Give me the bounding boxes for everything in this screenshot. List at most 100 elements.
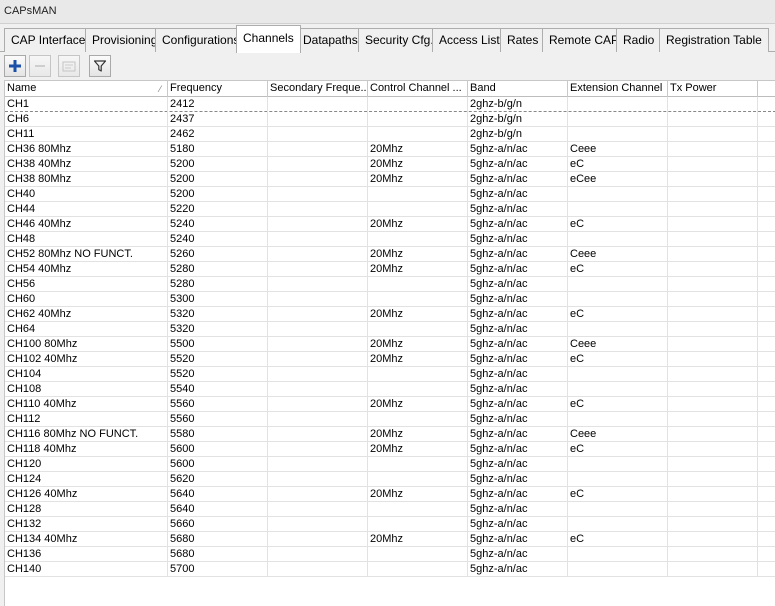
plus-icon <box>9 60 21 72</box>
tab-rates[interactable]: Rates <box>500 28 546 52</box>
tab-datapaths[interactable]: Datapaths <box>296 28 365 52</box>
band-cell: 5ghz-a/n/ac <box>468 307 568 322</box>
name-cell: CH44 <box>5 202 168 217</box>
tab-cap-interface[interactable]: CAP Interface <box>4 28 93 52</box>
band-cell: 5ghz-a/n/ac <box>468 397 568 412</box>
name-cell: CH6 <box>5 112 168 127</box>
frequency-cell: 5300 <box>168 292 268 307</box>
secondary-frequency-cell <box>268 157 368 172</box>
table-row[interactable]: CH108 5540 5ghz-a/n/ac <box>5 382 775 397</box>
secondary-frequency-cell <box>268 472 368 487</box>
name-cell: CH110 40Mhz <box>5 397 168 412</box>
extension-channel-cell <box>568 472 668 487</box>
table-row[interactable]: CH102 40Mhz 5520 20Mhz 5ghz-a/n/ac eC <box>5 352 775 367</box>
table-row[interactable]: CH52 80Mhz NO FUNCT. 5260 20Mhz 5ghz-a/n/ac… <box>5 247 775 262</box>
table-body: CH1 2412 2ghz-b/g/n CH6 2437 2ghz-b/g/n CH11 24… <box>5 97 775 577</box>
column-header-control-channel-width[interactable]: Control Channel ... <box>368 81 468 97</box>
table-row[interactable]: CH124 5620 5ghz-a/n/ac <box>5 472 775 487</box>
control-channel-width-cell: 20Mhz <box>368 427 468 442</box>
tab-access-list[interactable]: Access List <box>432 28 507 52</box>
table-row[interactable]: CH100 80Mhz 5500 20Mhz 5ghz-a/n/ac Ceee <box>5 337 775 352</box>
tab-remote-cap[interactable]: Remote CAP <box>542 28 627 52</box>
table-row[interactable]: CH126 40Mhz 5640 20Mhz 5ghz-a/n/ac eC <box>5 487 775 502</box>
name-cell: CH52 80Mhz NO FUNCT. <box>5 247 168 262</box>
column-header-frequency[interactable]: Frequency <box>168 81 268 97</box>
band-cell: 5ghz-a/n/ac <box>468 442 568 457</box>
table-row[interactable]: CH112 5560 5ghz-a/n/ac <box>5 412 775 427</box>
frequency-cell: 5560 <box>168 397 268 412</box>
table-row[interactable]: CH36 80Mhz 5180 20Mhz 5ghz-a/n/ac Ceee <box>5 142 775 157</box>
remove-button[interactable] <box>29 55 51 77</box>
name-cell: CH136 <box>5 547 168 562</box>
table-row[interactable]: CH44 5220 5ghz-a/n/ac <box>5 202 775 217</box>
secondary-frequency-cell <box>268 457 368 472</box>
band-cell: 2ghz-b/g/n <box>468 97 568 112</box>
column-header-band[interactable]: Band <box>468 81 568 97</box>
table-row[interactable]: CH6 2437 2ghz-b/g/n <box>5 112 775 127</box>
tab-radio[interactable]: Radio <box>616 28 662 52</box>
table-row[interactable]: CH38 40Mhz 5200 20Mhz 5ghz-a/n/ac eC <box>5 157 775 172</box>
column-header-name[interactable]: Name ⁄ <box>5 81 168 97</box>
table-row[interactable]: CH128 5640 5ghz-a/n/ac <box>5 502 775 517</box>
name-cell: CH46 40Mhz <box>5 217 168 232</box>
control-channel-width-cell <box>368 187 468 202</box>
table-row[interactable]: CH120 5600 5ghz-a/n/ac <box>5 457 775 472</box>
column-header-tx-power[interactable]: Tx Power <box>668 81 758 97</box>
frequency-cell: 5640 <box>168 502 268 517</box>
table-row[interactable]: CH136 5680 5ghz-a/n/ac <box>5 547 775 562</box>
band-cell: 5ghz-a/n/ac <box>468 427 568 442</box>
table-row[interactable]: CH116 80Mhz NO FUNCT. 5580 20Mhz 5ghz-a/n/a… <box>5 427 775 442</box>
extension-channel-cell: eC <box>568 217 668 232</box>
toolbar <box>0 53 775 80</box>
control-channel-width-cell: 20Mhz <box>368 532 468 547</box>
extension-channel-cell: eC <box>568 262 668 277</box>
table-row[interactable]: CH132 5660 5ghz-a/n/ac <box>5 517 775 532</box>
tx-power-cell <box>668 187 758 202</box>
control-channel-width-cell <box>368 367 468 382</box>
table-row[interactable]: CH54 40Mhz 5280 20Mhz 5ghz-a/n/ac eC <box>5 262 775 277</box>
extension-channel-cell: Ceee <box>568 142 668 157</box>
table-row[interactable]: CH64 5320 5ghz-a/n/ac <box>5 322 775 337</box>
table-row[interactable]: CH38 80Mhz 5200 20Mhz 5ghz-a/n/ac eCee <box>5 172 775 187</box>
column-header-extension-channel[interactable]: Extension Channel <box>568 81 668 97</box>
table-row[interactable]: CH46 40Mhz 5240 20Mhz 5ghz-a/n/ac eC <box>5 217 775 232</box>
tab-channels[interactable]: Channels <box>236 25 301 53</box>
control-channel-width-cell <box>368 457 468 472</box>
frequency-cell: 5200 <box>168 187 268 202</box>
extension-channel-cell <box>568 187 668 202</box>
table-row[interactable]: CH110 40Mhz 5560 20Mhz 5ghz-a/n/ac eC <box>5 397 775 412</box>
frequency-cell: 5200 <box>168 172 268 187</box>
frequency-cell: 5200 <box>168 157 268 172</box>
secondary-frequency-cell <box>268 112 368 127</box>
band-cell: 5ghz-a/n/ac <box>468 157 568 172</box>
table-row[interactable]: CH11 2462 2ghz-b/g/n <box>5 127 775 142</box>
frequency-cell: 5180 <box>168 142 268 157</box>
tab-provisioning[interactable]: Provisioning <box>85 28 165 52</box>
tab-registration-table[interactable]: Registration Table <box>659 28 769 52</box>
band-cell: 5ghz-a/n/ac <box>468 172 568 187</box>
control-channel-width-cell <box>368 502 468 517</box>
comment-button[interactable] <box>58 55 80 77</box>
tab-security-cfg[interactable]: Security Cfg. <box>358 28 441 52</box>
filter-button[interactable] <box>89 55 111 77</box>
extension-channel-cell <box>568 382 668 397</box>
table-row[interactable]: CH62 40Mhz 5320 20Mhz 5ghz-a/n/ac eC <box>5 307 775 322</box>
table-row[interactable]: CH104 5520 5ghz-a/n/ac <box>5 367 775 382</box>
table-row[interactable]: CH1 2412 2ghz-b/g/n <box>5 97 775 112</box>
table-row[interactable]: CH48 5240 5ghz-a/n/ac <box>5 232 775 247</box>
table-row[interactable]: CH56 5280 5ghz-a/n/ac <box>5 277 775 292</box>
table-row[interactable]: CH60 5300 5ghz-a/n/ac <box>5 292 775 307</box>
table-row[interactable]: CH140 5700 5ghz-a/n/ac <box>5 562 775 577</box>
extension-channel-cell <box>568 412 668 427</box>
column-header-secondary-frequency[interactable]: Secondary Freque... <box>268 81 368 97</box>
table-row[interactable]: CH40 5200 5ghz-a/n/ac <box>5 187 775 202</box>
add-button[interactable] <box>4 55 26 77</box>
control-channel-width-cell: 20Mhz <box>368 337 468 352</box>
table-row[interactable]: CH134 40Mhz 5680 20Mhz 5ghz-a/n/ac eC <box>5 532 775 547</box>
extension-channel-cell: Ceee <box>568 337 668 352</box>
tab-configurations[interactable]: Configurations <box>155 28 247 52</box>
control-channel-width-cell <box>368 517 468 532</box>
filter-icon <box>93 60 107 72</box>
table-row[interactable]: CH118 40Mhz 5600 20Mhz 5ghz-a/n/ac eC <box>5 442 775 457</box>
tx-power-cell <box>668 232 758 247</box>
